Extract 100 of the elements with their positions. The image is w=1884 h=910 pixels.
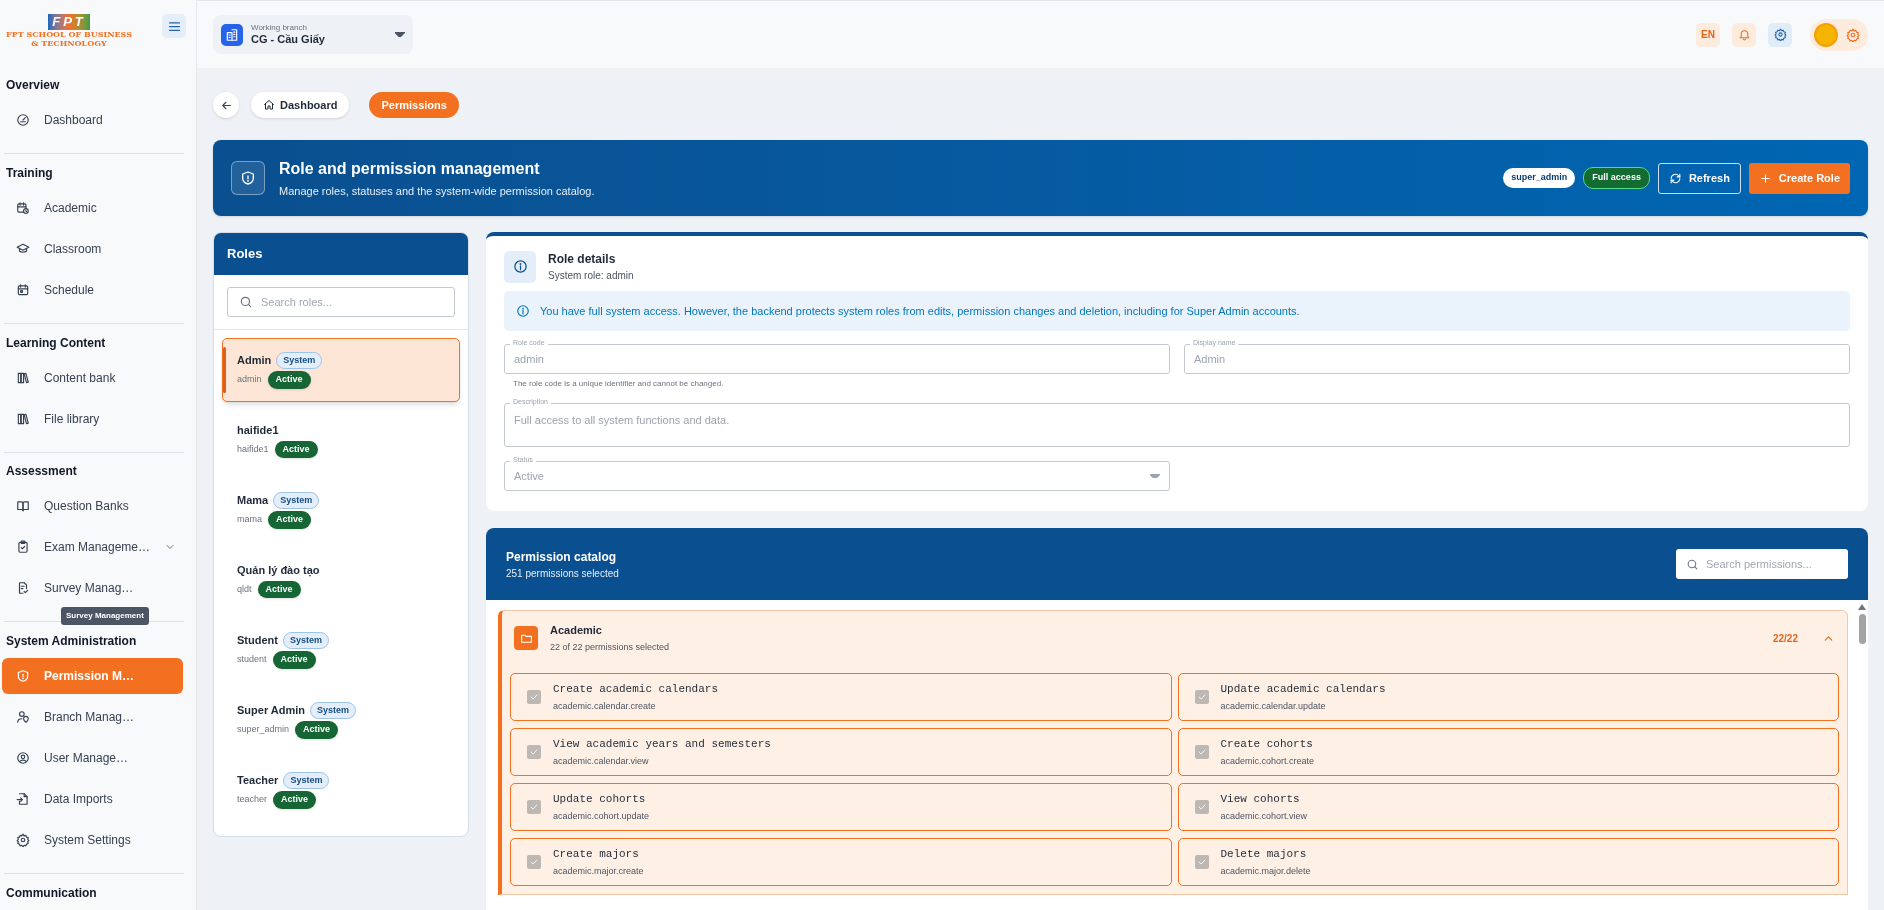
settings-icon xyxy=(16,833,30,848)
selection-count: 251 permissions selected xyxy=(506,566,620,581)
check-icon xyxy=(1196,692,1207,702)
system-badge: System xyxy=(273,491,320,509)
card-subtitle: System role: admin xyxy=(548,269,634,283)
badge: super_admin xyxy=(1503,168,1576,188)
checkbox[interactable] xyxy=(527,800,541,814)
section-heading: Assessment xyxy=(5,463,78,481)
role-item[interactable]: Teacher System teacher Active xyxy=(222,758,460,822)
permission-item[interactable]: Delete majors academic.major.delete xyxy=(1177,838,1839,886)
permission-item[interactable]: Create academic calendars academic.calendar.create xyxy=(510,673,1172,721)
check-icon xyxy=(529,802,539,812)
sidebar-item[interactable]: Question Banks xyxy=(2,488,183,525)
page-subtitle: Manage roles, statuses and the system-wide permission catalog. xyxy=(279,183,596,199)
shield-icon xyxy=(240,170,256,186)
role-item[interactable]: Super Admin System super_admin Active xyxy=(222,688,460,752)
role-name: Mama xyxy=(237,493,269,508)
branch-selector[interactable]: Working branch CG - Cầu Giấy xyxy=(213,15,413,54)
sidebar-item[interactable]: Schedule xyxy=(2,271,183,308)
checkbox[interactable] xyxy=(1194,800,1209,814)
check-icon xyxy=(1196,857,1207,867)
system-badge: System xyxy=(310,701,357,719)
file-check-icon xyxy=(16,581,30,596)
checkbox[interactable] xyxy=(1194,690,1209,704)
status-badge: Active xyxy=(267,371,311,389)
check-icon xyxy=(1196,747,1207,757)
section-heading: Overview xyxy=(5,77,61,95)
search-icon xyxy=(1686,557,1699,571)
section-heading: Learning Content xyxy=(5,334,107,352)
system-badge: System xyxy=(276,351,323,369)
role-item[interactable]: Mama System mama Active xyxy=(222,478,460,542)
breadcrumb-link[interactable]: Dashboard xyxy=(251,92,350,118)
check-icon xyxy=(529,692,539,702)
permission-item[interactable]: Create cohorts academic.cohort.create xyxy=(1177,728,1839,776)
section-heading: Training xyxy=(5,164,54,182)
sidebar-item[interactable]: Content bank xyxy=(2,359,183,396)
sidebar-item[interactable]: User Manage… xyxy=(2,740,183,777)
status-badge: Active xyxy=(268,511,312,529)
settings-icon xyxy=(1846,27,1860,42)
menu-button[interactable] xyxy=(162,14,186,38)
tooltip: Survey Management xyxy=(61,607,149,626)
checkbox[interactable] xyxy=(527,855,541,869)
caret-icon xyxy=(1150,473,1160,479)
permission-item[interactable]: View cohorts academic.cohort.view xyxy=(1177,783,1839,831)
role-name: Super Admin xyxy=(237,703,306,718)
status-badge: Active xyxy=(274,440,318,458)
graduation-cap-icon xyxy=(16,241,30,256)
checkbox[interactable] xyxy=(1194,745,1209,759)
caret-icon xyxy=(395,32,405,37)
settings-button[interactable] xyxy=(1768,22,1792,47)
role-item[interactable]: haifide1 haifide1 Active xyxy=(222,408,460,472)
sidebar-item[interactable]: Exam Manageme… xyxy=(2,529,183,566)
section-heading: System Administration xyxy=(5,633,138,651)
refresh-button[interactable]: Refresh xyxy=(1657,162,1741,194)
role-item[interactable]: Quản lý đào tạo qldt Active xyxy=(222,548,460,612)
sidebar-item[interactable]: Branch Manag… xyxy=(2,699,183,736)
role-item[interactable]: Admin System admin Active xyxy=(222,338,460,402)
permission-item[interactable]: View academic years and semesters academic.calendar.view xyxy=(510,728,1172,776)
user-circle-icon xyxy=(16,751,30,766)
role-name: Quản lý đào tạo xyxy=(237,563,320,579)
search-icon xyxy=(239,295,253,309)
bell-icon xyxy=(1737,28,1751,41)
checkbox[interactable] xyxy=(527,690,541,704)
panel-header: Permission catalog xyxy=(506,548,618,566)
sidebar-item[interactable]: Classroom xyxy=(2,230,183,267)
permission-item[interactable]: Update academic calendars academic.calendar.update xyxy=(1177,673,1839,721)
back-button[interactable] xyxy=(213,92,239,118)
role-code: qldt xyxy=(237,582,252,596)
settings-button[interactable] xyxy=(1846,27,1860,42)
panel-header: Roles xyxy=(214,233,468,275)
check-icon xyxy=(529,747,539,757)
avatar[interactable] xyxy=(1814,22,1838,47)
sidebar-item[interactable]: System Settings xyxy=(2,822,183,859)
status-badge: Active xyxy=(295,721,339,739)
group-header[interactable]: Academic 22 of 22 permissions selected 22/22 xyxy=(502,611,1847,665)
check-icon xyxy=(1196,802,1207,812)
sidebar-item[interactable]: File library xyxy=(2,400,183,437)
notifications-button[interactable] xyxy=(1732,22,1756,47)
plus-icon xyxy=(1758,171,1772,185)
role-code: super_admin xyxy=(237,723,290,736)
permission-item[interactable]: Create majors academic.major.create xyxy=(510,838,1172,886)
permission-item[interactable]: Update cohorts academic.cohort.update xyxy=(510,783,1172,831)
section-heading: Communication xyxy=(5,885,98,902)
checkbox[interactable] xyxy=(1194,855,1209,869)
badge: Full access xyxy=(1583,167,1650,189)
role-code: admin xyxy=(237,373,262,386)
role-item[interactable]: Student System student Active xyxy=(222,618,460,682)
sidebar-item[interactable]: Data Imports xyxy=(2,781,183,818)
sidebar-item[interactable]: Survey Manag… xyxy=(2,570,183,607)
sidebar-item[interactable]: Dashboard xyxy=(2,102,183,139)
page-title: Role and permission management xyxy=(279,158,541,179)
info-icon xyxy=(516,304,530,318)
open-book-icon xyxy=(16,499,30,514)
system-badge: System xyxy=(283,771,330,789)
sidebar-item[interactable]: Academic xyxy=(2,189,183,226)
check-icon xyxy=(529,857,539,867)
checkbox[interactable] xyxy=(527,745,541,759)
notice-text: You have full system access. However, the backend protects system roles from edits, permission changes and deletion, including for Super Admin accounts. xyxy=(540,303,1300,319)
user-location-icon xyxy=(16,710,30,725)
refresh-icon xyxy=(1668,171,1682,185)
